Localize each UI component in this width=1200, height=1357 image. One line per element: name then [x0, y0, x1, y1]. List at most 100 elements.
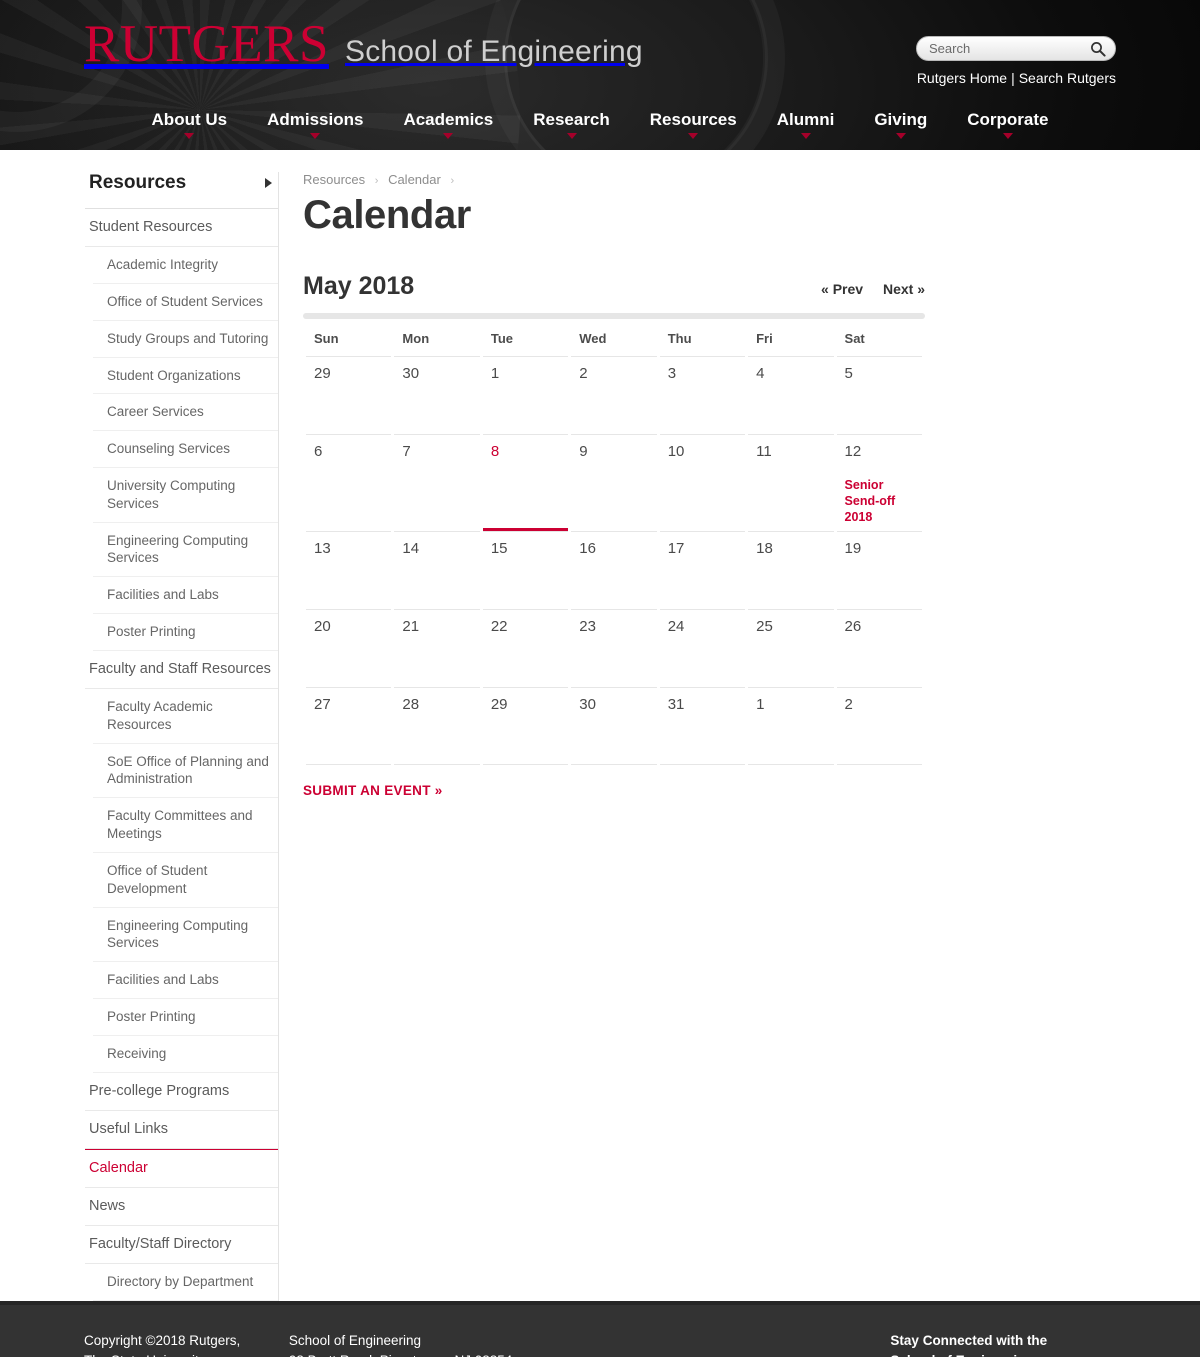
sidebar-item-useful-links[interactable]: Useful Links	[85, 1111, 278, 1149]
calendar-weekday-tue: Tue	[490, 331, 513, 346]
site-logo[interactable]: RUTGERS School of Engineering	[84, 18, 643, 71]
nav-item-resources[interactable]: Resources	[648, 110, 739, 144]
sidebar-item-poster-printing[interactable]: Poster Printing	[93, 614, 278, 651]
sidebar-item-engineering-computing-services[interactable]: Engineering Computing Services	[93, 908, 278, 963]
calendar-day-cell[interactable]: 24	[659, 608, 746, 687]
sidebar-item-academic-integrity[interactable]: Academic Integrity	[93, 247, 278, 284]
calendar-day-cell[interactable]: 11	[748, 434, 834, 531]
calendar-day-cell[interactable]: 30	[571, 686, 657, 765]
calendar-day-cell[interactable]: 17	[659, 530, 746, 609]
sidebar-item-faculty-committees-and-meetings[interactable]: Faculty Committees and Meetings	[93, 798, 278, 853]
calendar-day-cell[interactable]: 2	[571, 356, 657, 434]
nav-item-about-us[interactable]: About Us	[150, 110, 230, 144]
footer-copyright-line1: Copyright ©2018 Rutgers,	[84, 1333, 241, 1348]
calendar-day-number: 15	[490, 539, 508, 557]
page-layout: Resources Student Resources Academic Inte…	[0, 172, 1200, 1301]
calendar-day-cell[interactable]: 25	[748, 608, 834, 687]
breadcrumb-item-calendar[interactable]: Calendar	[388, 172, 441, 187]
sidebar-item-student-resources[interactable]: Student Resources	[85, 209, 278, 248]
calendar-day-cell[interactable]: 21	[394, 608, 480, 687]
sidebar-item-facilities-and-labs[interactable]: Facilities and Labs	[93, 577, 278, 615]
calendar-day-number: 8	[490, 443, 500, 460]
sidebar-item-career-services[interactable]: Career Services	[93, 394, 278, 432]
sidebar-item-faculty-staff-directory[interactable]: Faculty/Staff Directory	[85, 1226, 278, 1265]
sidebar-item-engineering-computing-services[interactable]: Engineering Computing Services	[93, 523, 278, 578]
sidebar-item-pre-college-programs[interactable]: Pre-college Programs	[85, 1073, 278, 1111]
breadcrumb-item-resources[interactable]: Resources	[303, 172, 365, 187]
calendar-day-cell[interactable]: 22	[482, 608, 569, 687]
calendar-day-number: 1	[756, 695, 765, 713]
calendar-day-cell[interactable]: 26	[836, 608, 922, 687]
sidebar-item-student-organizations[interactable]: Student Organizations	[93, 358, 278, 395]
calendar-day-cell[interactable]: 5	[836, 356, 922, 434]
calendar-day-cell[interactable]: 7	[394, 434, 480, 531]
calendar-day-cell[interactable]: 4	[748, 356, 834, 434]
sidebar-item-directory-by-department[interactable]: Directory by Department	[93, 1264, 278, 1301]
calendar-day-number: 31	[667, 695, 685, 713]
calendar-day-number: 1	[490, 365, 500, 382]
rutgers-home-link[interactable]: Rutgers Home	[917, 70, 1007, 86]
calendar-day-cell[interactable]: 20	[306, 608, 392, 687]
calendar-day-cell[interactable]: 28	[394, 686, 480, 765]
nav-item-corporate[interactable]: Corporate	[965, 110, 1050, 144]
sidebar-item-counseling-services[interactable]: Counseling Services	[93, 431, 278, 468]
breadcrumb-separator: ›	[374, 175, 379, 187]
submit-event-link[interactable]: SUBMIT AN EVENT »	[303, 783, 443, 798]
calendar-day-cell[interactable]: 15	[482, 530, 569, 609]
sidebar-item-poster-printing[interactable]: Poster Printing	[93, 999, 278, 1036]
sidebar-item-study-groups-and-tutoring[interactable]: Study Groups and Tutoring	[93, 321, 278, 358]
calendar-day-cell[interactable]: 14	[394, 530, 480, 609]
sidebar-item-calendar[interactable]: Calendar	[85, 1148, 278, 1188]
nav-label: About Us	[151, 110, 228, 129]
sidebar-item-news[interactable]: News	[85, 1188, 278, 1227]
sidebar-item-facilities-and-labs[interactable]: Facilities and Labs	[93, 962, 278, 999]
nav-item-giving[interactable]: Giving	[872, 110, 929, 144]
chevron-down-icon	[310, 133, 321, 139]
calendar-day-cell-today[interactable]: 8	[482, 434, 569, 531]
calendar-day-cell[interactable]: 10	[659, 434, 746, 531]
footer-copyright-line2: The State University	[84, 1351, 289, 1357]
calendar-day-cell[interactable]: 9	[571, 434, 657, 531]
sidebar-item-soe-office-of-planning-and-administration[interactable]: SoE Office of Planning and Administratio…	[93, 744, 278, 799]
calendar-day-cell[interactable]: 6	[306, 434, 392, 531]
calendar-next-button[interactable]: Next »	[883, 281, 925, 297]
calendar-navigation: « Prev Next »	[805, 281, 925, 297]
calendar-day-cell[interactable]: 23	[571, 608, 657, 687]
nav-item-alumni[interactable]: Alumni	[775, 110, 837, 144]
main-navigation: About Us Admissions Academics Research R…	[0, 102, 1200, 150]
search-icon[interactable]	[1090, 41, 1106, 57]
calendar-day-cell[interactable]: 27	[306, 686, 392, 765]
calendar-month-label: May 2018	[303, 272, 415, 300]
sidebar-heading[interactable]: Resources	[85, 172, 278, 209]
sidebar-item-faculty-and-staff-resources[interactable]: Faculty and Staff Resources	[85, 651, 278, 689]
calendar-day-number: 29	[490, 695, 508, 713]
search-rutgers-link[interactable]: Search Rutgers	[1019, 70, 1116, 86]
calendar-day-cell[interactable]: 3	[659, 356, 746, 434]
calendar-event[interactable]: Senior Send-off 2018	[845, 477, 914, 525]
search-input[interactable]	[917, 37, 1115, 60]
calendar-day-number: 20	[314, 617, 331, 635]
sidebar-item-faculty-academic-resources[interactable]: Faculty Academic Resources	[93, 689, 278, 744]
calendar-day-number: 26	[844, 617, 862, 635]
nav-item-academics[interactable]: Academics	[401, 110, 495, 144]
calendar-day-cell[interactable]: 12 Senior Send-off 2018	[836, 434, 922, 531]
calendar-top-rule	[303, 313, 925, 319]
sidebar-menu: Student Resources Academic Integrity Offic…	[85, 209, 278, 1301]
calendar-day-cell[interactable]: 31	[659, 686, 746, 765]
calendar-day-cell[interactable]: 29	[482, 686, 569, 765]
nav-item-admissions[interactable]: Admissions	[265, 110, 365, 144]
nav-item-research[interactable]: Research	[531, 110, 612, 144]
sidebar-item-receiving[interactable]: Receiving	[93, 1036, 278, 1073]
search-box[interactable]	[916, 36, 1116, 61]
calendar-day-cell[interactable]: 16	[571, 530, 657, 609]
calendar-day-cell[interactable]: 1	[482, 356, 569, 434]
sidebar-item-university-computing-services[interactable]: University Computing Services	[93, 468, 278, 523]
calendar-day-cell[interactable]: 13	[306, 530, 392, 609]
calendar-day-cell[interactable]: 19	[836, 530, 922, 609]
calendar-prev-button[interactable]: « Prev	[821, 281, 863, 297]
sidebar-item-office-of-student-services[interactable]: Office of Student Services	[93, 284, 278, 321]
calendar-day-number: 10	[667, 443, 685, 460]
calendar-day-number: 17	[667, 539, 685, 557]
sidebar-item-office-of-student-development[interactable]: Office of Student Development	[93, 853, 278, 908]
calendar-day-cell[interactable]: 18	[748, 530, 834, 609]
